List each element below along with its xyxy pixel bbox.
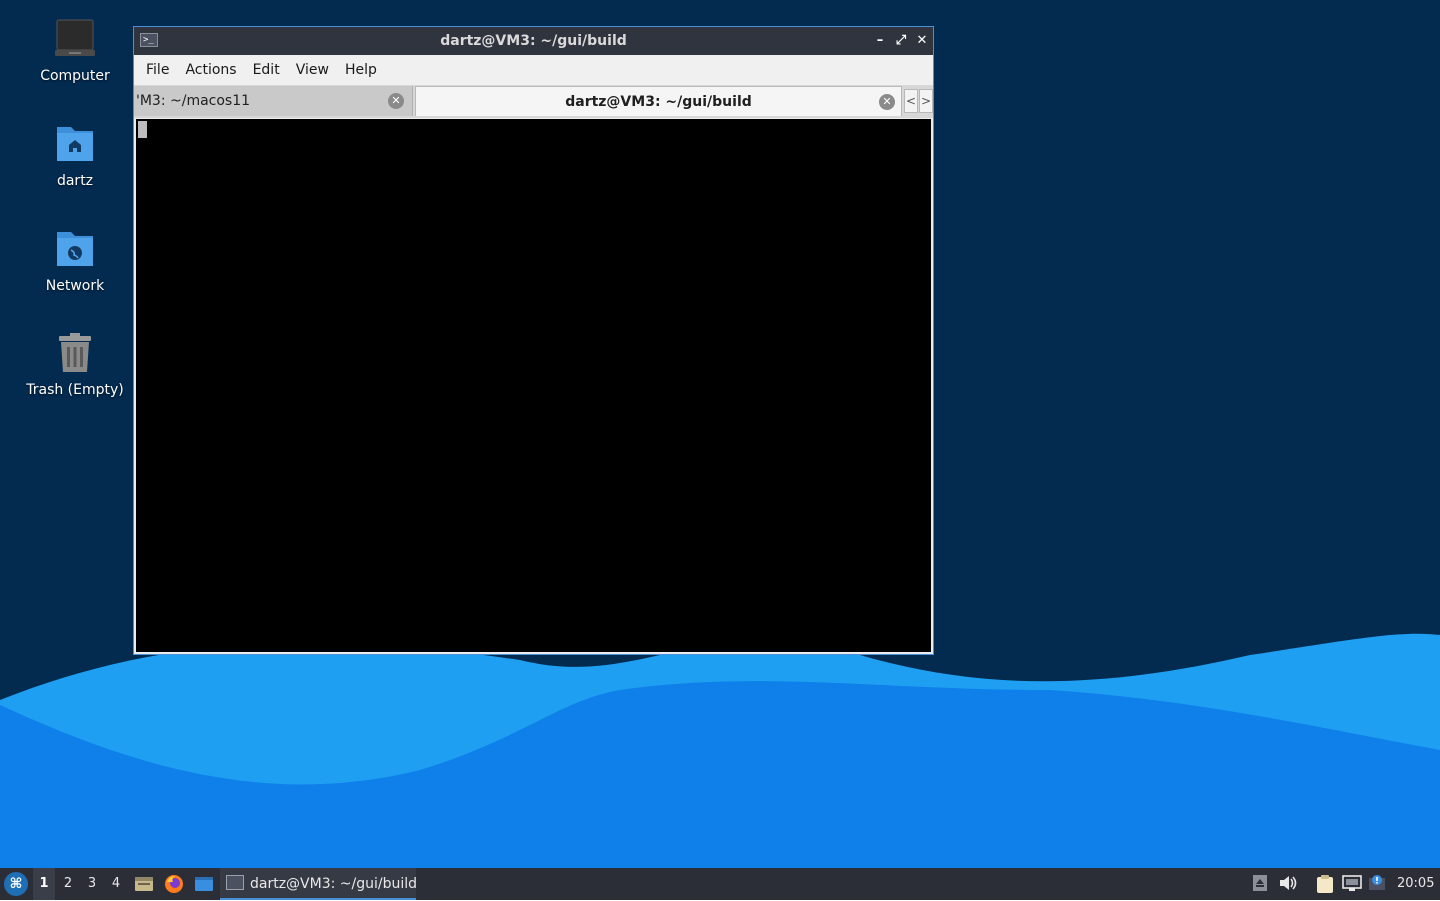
tab-scroll-right-icon[interactable]: > [919,89,933,113]
tab-close-icon[interactable]: ✕ [879,94,895,110]
menu-actions[interactable]: Actions [177,55,244,85]
desktop-icon-label: dartz [56,173,94,189]
menu-view[interactable]: View [288,55,337,85]
desktop-icon-label: Trash (Empty) [26,382,124,398]
terminal-icon [226,874,244,890]
notification-icon[interactable] [1367,874,1387,894]
task-label: dartz@VM3: ~/gui/build [250,876,418,892]
menu-edit[interactable]: Edit [245,55,288,85]
tab-gui-build[interactable]: dartz@VM3: ~/gui/build ✕ [415,86,902,116]
desktop-icon-home[interactable]: dartz [20,121,130,189]
workspace-1[interactable]: 1 [33,868,55,900]
text-cursor [138,121,147,138]
menu-file[interactable]: File [138,55,177,85]
trash-icon [51,330,99,378]
clock[interactable]: 20:05 [1397,868,1434,900]
tab-scroll-left-icon[interactable]: < [904,89,918,113]
terminal-window: >_ dartz@VM3: ~/gui/build – ⤢ ✕ File Act… [133,26,934,655]
removable-media-icon[interactable] [1250,874,1270,894]
network-icon[interactable] [1342,874,1362,894]
taskbar-task-terminal[interactable]: dartz@VM3: ~/gui/build [220,868,418,900]
computer-icon [51,16,99,64]
network-folder-icon [51,226,99,274]
desktop-icon-label: Computer [40,68,110,84]
close-button[interactable]: ✕ [912,31,932,51]
tab-label: dartz@VM3: ~/gui/build [565,94,752,110]
desktop-icon-network[interactable]: Network [20,226,130,294]
tab-label: 'M3: ~/macos11 [136,93,251,109]
firefox-icon[interactable] [164,874,184,894]
maximize-button[interactable]: ⤢ [891,31,911,51]
volume-icon[interactable] [1278,874,1298,894]
window-title: dartz@VM3: ~/gui/build [440,33,627,49]
workspace-3[interactable]: 3 [81,868,103,900]
terminal-output[interactable] [136,119,931,652]
start-menu-icon[interactable]: ⌘ [4,872,28,896]
tab-macos11[interactable]: 'M3: ~/macos11 ✕ [134,86,413,116]
home-folder-icon [51,121,99,169]
taskbar: ⌘ 1 2 3 4 dartz@VM3: ~/gui/build 20:05 [0,868,1440,900]
clipboard-icon[interactable] [1315,874,1335,894]
desktop-icon-label: Network [45,278,105,294]
menubar: File Actions Edit View Help [134,55,933,86]
desktop: Computer dartz Network Trash (Empty) >_ … [0,0,1440,868]
menu-help[interactable]: Help [337,55,385,85]
window-titlebar[interactable]: >_ dartz@VM3: ~/gui/build – ⤢ ✕ [134,27,933,55]
minimize-button[interactable]: – [870,31,890,51]
workspace-2[interactable]: 2 [57,868,79,900]
tab-bar: 'M3: ~/macos11 ✕ dartz@VM3: ~/gui/build … [134,86,933,118]
show-desktop-icon[interactable] [194,874,214,894]
desktop-icon-computer[interactable]: Computer [20,16,130,84]
workspace-4[interactable]: 4 [105,868,127,900]
tab-close-icon[interactable]: ✕ [388,93,404,109]
file-manager-icon[interactable] [134,874,154,894]
desktop-icon-trash[interactable]: Trash (Empty) [20,330,130,398]
